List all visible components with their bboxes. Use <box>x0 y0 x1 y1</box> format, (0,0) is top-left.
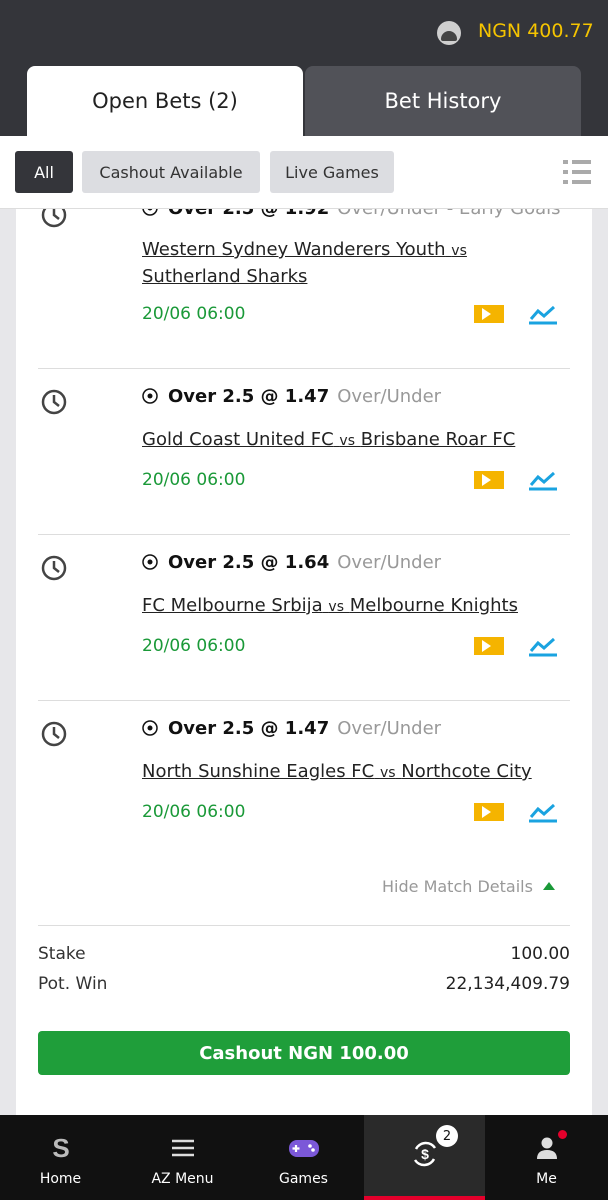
market: Over/Under <box>337 386 442 407</box>
home-team: Western Sydney Wanderers Youth <box>142 239 446 260</box>
live-stream-icon[interactable] <box>474 803 504 821</box>
divider <box>38 700 570 701</box>
vs-label: vs <box>379 765 396 781</box>
hide-details-label: Hide Match Details <box>382 877 533 896</box>
top-bar: NGN 400.77 Open Bets (2) Bet History <box>0 0 608 136</box>
away-team: Sutherland Sharks <box>142 266 308 287</box>
bets-count-badge: 2 <box>436 1125 458 1147</box>
home-team: Gold Coast United FC <box>142 429 334 450</box>
bottom-nav: S Home AZ Menu Games $ 2 Me <box>0 1115 608 1200</box>
away-team: Melbourne Knights <box>349 595 518 616</box>
stats-chart-icon[interactable] <box>528 635 558 657</box>
nav-label: Me <box>536 1171 557 1187</box>
market: Over/Under <box>337 718 442 739</box>
sporty-logo-icon: S <box>52 1135 69 1161</box>
stats-chart-icon[interactable] <box>528 469 558 491</box>
home-team: FC Melbourne Srbija <box>142 595 323 616</box>
divider <box>38 534 570 535</box>
bet-slip-card: Over 2.5 @ 1.92Over/Under - Early Goals … <box>16 209 592 1115</box>
cashout-bets-icon: $ <box>413 1141 436 1167</box>
match-date: 20/06 06:00 <box>142 636 246 656</box>
avatar[interactable] <box>437 21 461 45</box>
potwin-value: 22,134,409.79 <box>445 974 570 994</box>
selection: Over 2.5 @ 1.64 <box>168 552 330 573</box>
live-stream-icon[interactable] <box>474 637 504 655</box>
nav-cashout-bets[interactable]: $ 2 <box>364 1115 485 1200</box>
nav-label: AZ Menu <box>151 1171 214 1187</box>
gamepad-icon <box>288 1140 319 1157</box>
away-team: Brisbane Roar FC <box>360 429 516 450</box>
match-link[interactable]: FC Melbourne Srbija vs Melbourne Knights <box>142 593 562 620</box>
vs-label: vs <box>328 599 344 615</box>
clock-icon <box>41 721 67 747</box>
tab-open-bets[interactable]: Open Bets (2) <box>27 66 303 136</box>
tab-bet-history[interactable]: Bet History <box>305 66 581 136</box>
match-link[interactable]: Western Sydney Wanderers Youth vs Suther… <box>142 237 562 289</box>
svg-text:$: $ <box>421 1146 429 1162</box>
home-team: North Sunshine Eagles FC <box>142 761 375 782</box>
nav-label: Home <box>39 1171 82 1187</box>
clock-icon <box>41 389 67 415</box>
divider <box>38 368 570 369</box>
selection: Over 2.5 @ 1.47 <box>168 386 330 407</box>
soccer-ball-icon <box>142 554 158 570</box>
clock-icon <box>41 209 67 228</box>
stats-chart-icon[interactable] <box>528 303 558 325</box>
soccer-ball-icon <box>142 388 158 404</box>
nav-az-menu[interactable]: AZ Menu <box>122 1115 243 1200</box>
stake-value: 100.00 <box>510 944 570 964</box>
balance[interactable]: NGN 400.77 <box>478 20 594 42</box>
bet-line: Over 2.5 @ 1.92 Over/Under - Early Goals <box>142 209 561 219</box>
bet-line: Over 2.5 @ 1.64 Over/Under <box>142 552 441 573</box>
notification-dot <box>558 1130 567 1139</box>
potwin-row: Pot. Win 22,134,409.79 <box>38 974 570 994</box>
active-indicator <box>364 1196 485 1200</box>
svg-text:S: S <box>52 1135 69 1161</box>
potwin-label: Pot. Win <box>38 974 108 994</box>
selection: Over 2.5 @ 1.92 <box>168 209 329 219</box>
match-date: 20/06 06:00 <box>142 304 246 324</box>
filter-bar: All Cashout Available Live Games <box>0 136 608 209</box>
nav-label: Games <box>279 1171 328 1187</box>
stake-row: Stake 100.00 <box>38 944 570 964</box>
clock-icon <box>41 555 67 581</box>
live-stream-icon[interactable] <box>474 305 504 323</box>
vs-label: vs <box>451 243 467 259</box>
live-stream-icon[interactable] <box>474 471 504 489</box>
match-date: 20/06 06:00 <box>142 470 246 490</box>
filter-live-games[interactable]: Live Games <box>270 151 394 193</box>
hide-match-details-toggle[interactable]: Hide Match Details <box>382 877 555 896</box>
filter-cashout-available[interactable]: Cashout Available <box>82 151 260 193</box>
nav-home[interactable]: S Home <box>0 1115 121 1200</box>
vs-label: vs <box>339 433 355 449</box>
soccer-ball-icon <box>142 209 158 216</box>
away-team: Northcote City <box>401 761 532 782</box>
soccer-ball-icon <box>142 720 158 736</box>
user-icon <box>536 1137 557 1159</box>
filter-all[interactable]: All <box>15 151 73 193</box>
market: Over/Under <box>337 552 442 573</box>
match-link[interactable]: North Sunshine Eagles FC vs Northcote Ci… <box>142 759 562 786</box>
divider <box>38 925 570 926</box>
bet-line: Over 2.5 @ 1.47 Over/Under <box>142 386 441 407</box>
nav-games[interactable]: Games <box>243 1115 364 1200</box>
selection: Over 2.5 @ 1.47 <box>168 718 330 739</box>
market: Over/Under - Early Goals <box>337 209 560 219</box>
bet-line: Over 2.5 @ 1.47 Over/Under <box>142 718 441 739</box>
menu-icon <box>171 1139 194 1157</box>
match-date: 20/06 06:00 <box>142 802 246 822</box>
cashout-button[interactable]: Cashout NGN 100.00 <box>38 1031 570 1075</box>
stake-label: Stake <box>38 944 86 964</box>
stats-chart-icon[interactable] <box>528 801 558 823</box>
list-view-icon[interactable] <box>563 158 591 186</box>
caret-up-icon <box>542 882 555 890</box>
nav-me[interactable]: Me <box>486 1115 607 1200</box>
match-link[interactable]: Gold Coast United FC vs Brisbane Roar FC <box>142 427 562 454</box>
